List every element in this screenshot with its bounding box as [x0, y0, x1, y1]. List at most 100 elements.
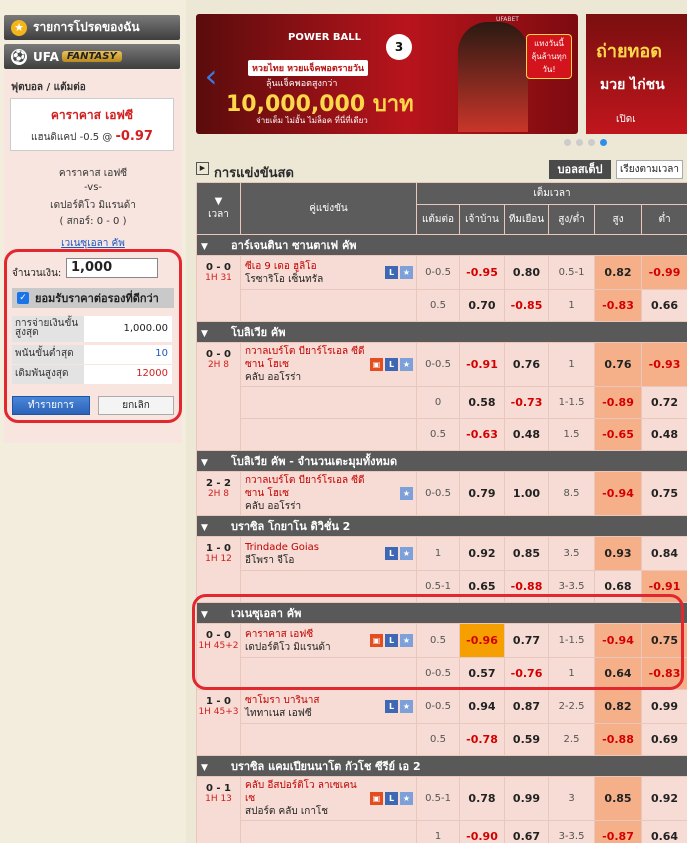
tv-icon[interactable]: ▣ — [370, 791, 383, 805]
live-icon[interactable]: L — [385, 265, 398, 279]
live-icon[interactable]: L — [385, 546, 398, 560]
odds-cell[interactable]: 0.67 — [504, 820, 549, 843]
odds-cell[interactable]: 0.65 — [459, 570, 505, 603]
odds-cell[interactable]: 1.00 — [504, 471, 549, 516]
odds-cell[interactable]: -0.91 — [459, 342, 505, 387]
collapse-icon[interactable]: ▼ — [201, 523, 231, 533]
league-cell[interactable]: ▼ โบลิเวีย คัพ - จำนวนเตะมุมทั้งหมด — [196, 450, 687, 472]
odds-cell[interactable]: 0.68 — [594, 570, 642, 603]
odds-cell[interactable]: 0.70 — [459, 289, 505, 322]
stats-icon[interactable]: ★ — [400, 699, 413, 713]
odds-cell[interactable]: 0.99 — [504, 776, 549, 821]
odds-cell[interactable]: -0.73 — [504, 386, 549, 419]
league-cell[interactable]: ▼ เวเนซุเอลา คัพ — [196, 602, 687, 624]
odds-cell[interactable]: 0.59 — [504, 723, 549, 756]
favorites-button[interactable]: ★ รายการโปรดของฉัน — [4, 15, 180, 40]
odds-cell[interactable]: -0.85 — [504, 289, 549, 322]
away-team[interactable]: สปอร์ต คลับ เกาโช — [245, 805, 412, 818]
odds-cell[interactable]: 0.99 — [640, 689, 687, 724]
league-cell[interactable]: ▼ บราซิล โกยาโน ดิวิชั่น 2 — [196, 515, 687, 537]
bet-league-link[interactable]: เวเนซุเอลา คัพ — [4, 236, 182, 251]
league-cell[interactable]: ▼ โบลิเวีย คัพ — [196, 321, 687, 343]
sort-icon[interactable]: ▼ — [197, 196, 240, 207]
fantasy-button[interactable]: ⚽ UFA FANTASY — [4, 44, 180, 69]
odds-cell[interactable]: 0.82 — [594, 689, 642, 724]
odds-cell[interactable]: 0.84 — [640, 536, 687, 571]
league-row[interactable]: ▼ บราซิล แคมเปียนนาโต กัวโช ซีรีย์ เอ 2 — [196, 755, 687, 777]
odds-cell[interactable]: -0.95 — [459, 255, 505, 290]
collapse-icon[interactable]: ▼ — [201, 242, 231, 252]
odds-cell[interactable]: 0.85 — [504, 536, 549, 571]
odds-cell[interactable]: -0.90 — [459, 820, 505, 843]
cancel-button[interactable]: ยกเลิก — [98, 396, 174, 415]
league-cell[interactable]: ▼ อาร์เจนตินา ซานตาเฟ คัพ — [196, 234, 687, 256]
odds-cell[interactable]: 0.76 — [504, 342, 549, 387]
league-row[interactable]: ▼ โบลิเวีย คัพ — [196, 321, 687, 343]
carousel-dot[interactable] — [564, 139, 571, 146]
odds-cell[interactable]: 0.48 — [504, 418, 549, 451]
odds-cell[interactable]: -0.89 — [594, 386, 642, 419]
stats-icon[interactable]: ★ — [400, 357, 413, 371]
league-row[interactable]: ▼ อาร์เจนตินา ซานตาเฟ คัพ — [196, 234, 687, 256]
tv-icon[interactable]: ▣ — [370, 357, 383, 371]
odds-cell[interactable]: -0.87 — [594, 820, 642, 843]
league-row[interactable]: ▼ บราซิล โกยาโน ดิวิชั่น 2 — [196, 515, 687, 537]
odds-cell[interactable]: -0.94 — [594, 623, 642, 658]
odds-cell[interactable]: 0.79 — [459, 471, 505, 516]
odds-cell[interactable]: 0.82 — [594, 255, 642, 290]
away-team[interactable]: คลับ ออโรร่า — [245, 371, 412, 384]
odds-cell[interactable]: -0.83 — [640, 657, 687, 690]
odds-cell[interactable]: 0.69 — [640, 723, 687, 756]
live-icon[interactable]: L — [385, 699, 398, 713]
league-row[interactable]: ▼ โบลิเวีย คัพ - จำนวนเตะมุมทั้งหมด — [196, 450, 687, 472]
collapse-icon[interactable]: ▼ — [201, 610, 231, 620]
odds-cell[interactable]: 0.94 — [459, 689, 505, 724]
odds-cell[interactable]: -0.83 — [594, 289, 642, 322]
home-team[interactable]: กวาลเบร์โต บียาร์โรเอล ซีดี ซาน โฮเซ — [245, 474, 412, 500]
odds-cell[interactable]: 0.93 — [594, 536, 642, 571]
carousel-dot-active[interactable] — [600, 139, 607, 146]
stats-icon[interactable]: ★ — [400, 265, 413, 279]
odds-cell[interactable]: 0.66 — [640, 289, 687, 322]
carousel-dot[interactable] — [576, 139, 583, 146]
odds-cell[interactable]: 0.76 — [594, 342, 642, 387]
tv-icon[interactable]: ▣ — [370, 633, 383, 647]
odds-cell[interactable]: -0.63 — [459, 418, 505, 451]
collapse-icon[interactable]: ▼ — [201, 329, 231, 339]
odds-cell[interactable]: 0.78 — [459, 776, 505, 821]
odds-cell[interactable]: -0.91 — [640, 570, 687, 603]
stats-icon[interactable]: ★ — [400, 546, 413, 560]
odds-cell[interactable]: 0.75 — [640, 471, 687, 516]
odds-cell[interactable]: -0.78 — [459, 723, 505, 756]
odds-cell[interactable]: -0.94 — [594, 471, 642, 516]
tab-parlay[interactable]: บอลสเต็ป — [549, 160, 611, 179]
collapse-icon[interactable]: ▼ — [201, 763, 231, 773]
stats-icon[interactable]: ★ — [400, 486, 413, 500]
odds-cell[interactable]: -0.93 — [640, 342, 687, 387]
odds-cell[interactable]: -0.88 — [594, 723, 642, 756]
away-team[interactable]: คลับ ออโรร่า — [245, 500, 412, 513]
livestream-banner[interactable]: ถ่ายทอด มวย ไก่ชน เปิดเ — [586, 14, 687, 134]
odds-cell[interactable]: 0.72 — [640, 386, 687, 419]
live-icon[interactable]: L — [385, 633, 398, 647]
odds-cell[interactable]: 0.64 — [640, 820, 687, 843]
prev-arrow-icon[interactable]: ‹ — [196, 59, 226, 93]
live-icon[interactable]: L — [385, 357, 398, 371]
odds-cell[interactable]: 0.92 — [640, 776, 687, 821]
collapse-icon[interactable]: ▼ — [201, 458, 231, 468]
odds-cell[interactable]: 0.92 — [459, 536, 505, 571]
odds-cell[interactable]: -0.96 — [459, 623, 505, 658]
powerball-banner[interactable]: ‹ POWER BALL 3 หวยไทย หวยแจ็คพอตรายวัน ล… — [196, 14, 578, 134]
odds-cell[interactable]: -0.76 — [504, 657, 549, 690]
carousel-dot[interactable] — [588, 139, 595, 146]
league-cell[interactable]: ▼ บราซิล แคมเปียนนาโต กัวโช ซีรีย์ เอ 2 — [196, 755, 687, 777]
accept-better-odds[interactable]: ✓ ยอมรับราคาต่อรองที่ดีกว่า — [12, 288, 174, 308]
odds-cell[interactable]: 0.85 — [594, 776, 642, 821]
odds-cell[interactable]: 0.87 — [504, 689, 549, 724]
odds-cell[interactable]: 0.48 — [640, 418, 687, 451]
live-icon[interactable]: L — [385, 791, 398, 805]
tab-sort-time[interactable]: เรียงตามเวลา — [616, 160, 683, 179]
odds-cell[interactable]: -0.88 — [504, 570, 549, 603]
stats-icon[interactable]: ★ — [400, 791, 413, 805]
amount-input[interactable]: 1,000 — [66, 258, 158, 278]
